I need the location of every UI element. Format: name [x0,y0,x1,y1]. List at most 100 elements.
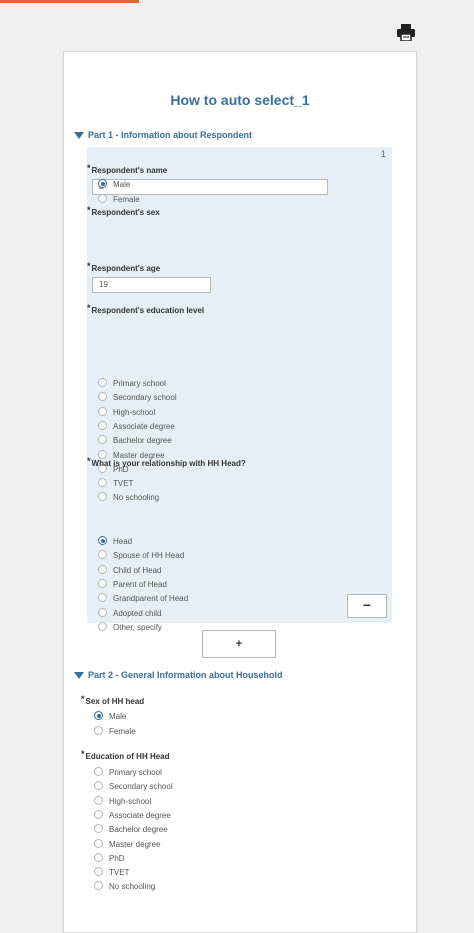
radio-option[interactable]: TVET [98,478,133,490]
radio-option[interactable]: Associate degree [98,420,175,433]
radio-option-label: Head [113,537,133,546]
group-label-part1: Part 1 - Information about Respondent [88,130,253,140]
radio-unchecked-icon[interactable] [94,852,103,862]
radio-option[interactable]: Parent of Head [98,578,167,591]
radio-option[interactable]: High-school [94,795,152,808]
add-repeat-button[interactable]: + [202,630,276,658]
radio-option[interactable]: TVET [94,867,129,879]
question-label-sex-head: *Sex of HH head [81,694,144,706]
radio-option-label: No schooling [109,882,156,892]
radio-option-label: Female [109,726,136,736]
radio-checked-icon[interactable] [98,536,107,545]
radio-option[interactable]: Male [94,711,126,723]
repeat-index: 1 [380,149,386,159]
radio-option[interactable]: Primary school [94,767,162,779]
radio-option[interactable]: Associate degree [94,809,171,822]
group-header-part1[interactable]: Part 1 - Information about Respondent [74,130,252,140]
radio-option[interactable]: Female [98,193,140,206]
radio-option[interactable]: Other, specify [98,621,162,634]
remove-repeat-button[interactable]: − [347,594,387,618]
caret-down-icon [74,672,84,679]
question-text: Respondent's name [91,166,168,175]
radio-unchecked-icon[interactable] [94,867,103,877]
radio-unchecked-icon[interactable] [98,621,107,631]
radio-unchecked-icon[interactable] [98,593,107,603]
print-icon [397,24,415,42]
radio-unchecked-icon[interactable] [94,767,103,776]
print-button[interactable] [397,24,415,42]
radio-unchecked-icon[interactable] [98,435,107,445]
radio-unchecked-icon[interactable] [94,781,103,791]
top-progress-accent [0,0,139,3]
radio-option-label: Grandparent of Head [113,594,189,604]
radio-option-label: High-school [113,407,156,417]
required-marker: * [81,749,85,759]
required-marker: * [87,456,91,466]
radio-unchecked-icon[interactable] [98,550,107,560]
radio-option-label: Male [113,180,131,189]
question-label-education: *Respondent's education level [87,303,204,315]
radio-option-label: Bachelor degree [109,825,168,835]
radio-unchecked-icon[interactable] [98,193,107,203]
repeat-instance: 1 *Respondent's name a *Respondent's sex… [87,147,392,632]
radio-checked-icon[interactable] [98,179,107,188]
radio-option[interactable]: Male [98,179,130,191]
radio-unchecked-icon[interactable] [98,378,107,387]
radio-unchecked-icon[interactable] [98,478,107,488]
radio-option-label: Secondary school [109,782,173,792]
radio-option[interactable]: Master degree [94,838,161,851]
radio-unchecked-icon[interactable] [98,392,107,402]
required-marker: * [87,163,91,173]
required-marker: * [87,303,91,313]
radio-unchecked-icon[interactable] [98,578,107,588]
radio-unchecked-icon[interactable] [98,607,107,617]
radio-option-label: Secondary school [113,393,177,403]
radio-unchecked-icon[interactable] [98,492,107,502]
radio-unchecked-icon[interactable] [98,406,107,416]
radio-option[interactable]: Primary school [98,378,166,390]
question-label-edu-head: *Education of HH Head [81,749,170,761]
radio-option[interactable]: Head [98,536,132,548]
radio-option[interactable]: Secondary school [94,781,173,793]
radio-option[interactable]: PhD [94,852,125,865]
radio-option-label: Associate degree [109,810,171,820]
question-text: Respondent's age [91,264,161,273]
respondent-age-input[interactable]: 19 [92,277,211,293]
radio-option-label: TVET [113,479,134,489]
radio-option[interactable]: No schooling [98,492,159,504]
radio-option-label: No schooling [113,493,160,503]
radio-option[interactable]: Secondary school [98,392,177,404]
radio-unchecked-icon[interactable] [94,881,103,891]
radio-unchecked-icon[interactable] [94,824,103,834]
radio-option-label: Primary school [109,768,162,777]
form-title: How to auto select_1 [170,92,310,108]
radio-unchecked-icon[interactable] [98,564,107,574]
radio-option-label: Master degree [109,839,161,849]
question-text: Respondent's education level [91,306,205,315]
radio-option[interactable]: High-school [98,406,156,419]
group-header-part2[interactable]: Part 2 - General Information about House… [74,670,283,680]
question-text: Respondent's sex [91,208,160,217]
radio-option[interactable]: Bachelor degree [94,824,168,836]
radio-option[interactable]: Child of Head [98,564,161,577]
radio-unchecked-icon[interactable] [94,809,103,819]
radio-option-label: Parent of Head [113,579,167,589]
radio-option-label: Female [113,194,140,204]
radio-option-label: PhD [109,853,125,863]
radio-option-label: High-school [109,796,152,806]
radio-option[interactable]: Spouse of HH Head [98,550,184,562]
radio-option[interactable]: Bachelor degree [98,435,172,447]
radio-option-label: Male [109,712,127,721]
radio-option[interactable]: Female [94,725,136,738]
radio-option[interactable]: No schooling [94,881,155,893]
radio-unchecked-icon[interactable] [94,838,103,848]
radio-unchecked-icon[interactable] [94,725,103,735]
radio-option-label: TVET [109,868,130,878]
radio-checked-icon[interactable] [94,711,103,720]
radio-option[interactable]: Grandparent of Head [98,593,188,605]
radio-option[interactable]: Adopted child [98,607,161,620]
question-text: Sex of HH head [85,697,145,706]
radio-unchecked-icon[interactable] [94,795,103,805]
radio-unchecked-icon[interactable] [98,420,107,430]
question-label-sex: *Respondent's sex [87,205,160,217]
